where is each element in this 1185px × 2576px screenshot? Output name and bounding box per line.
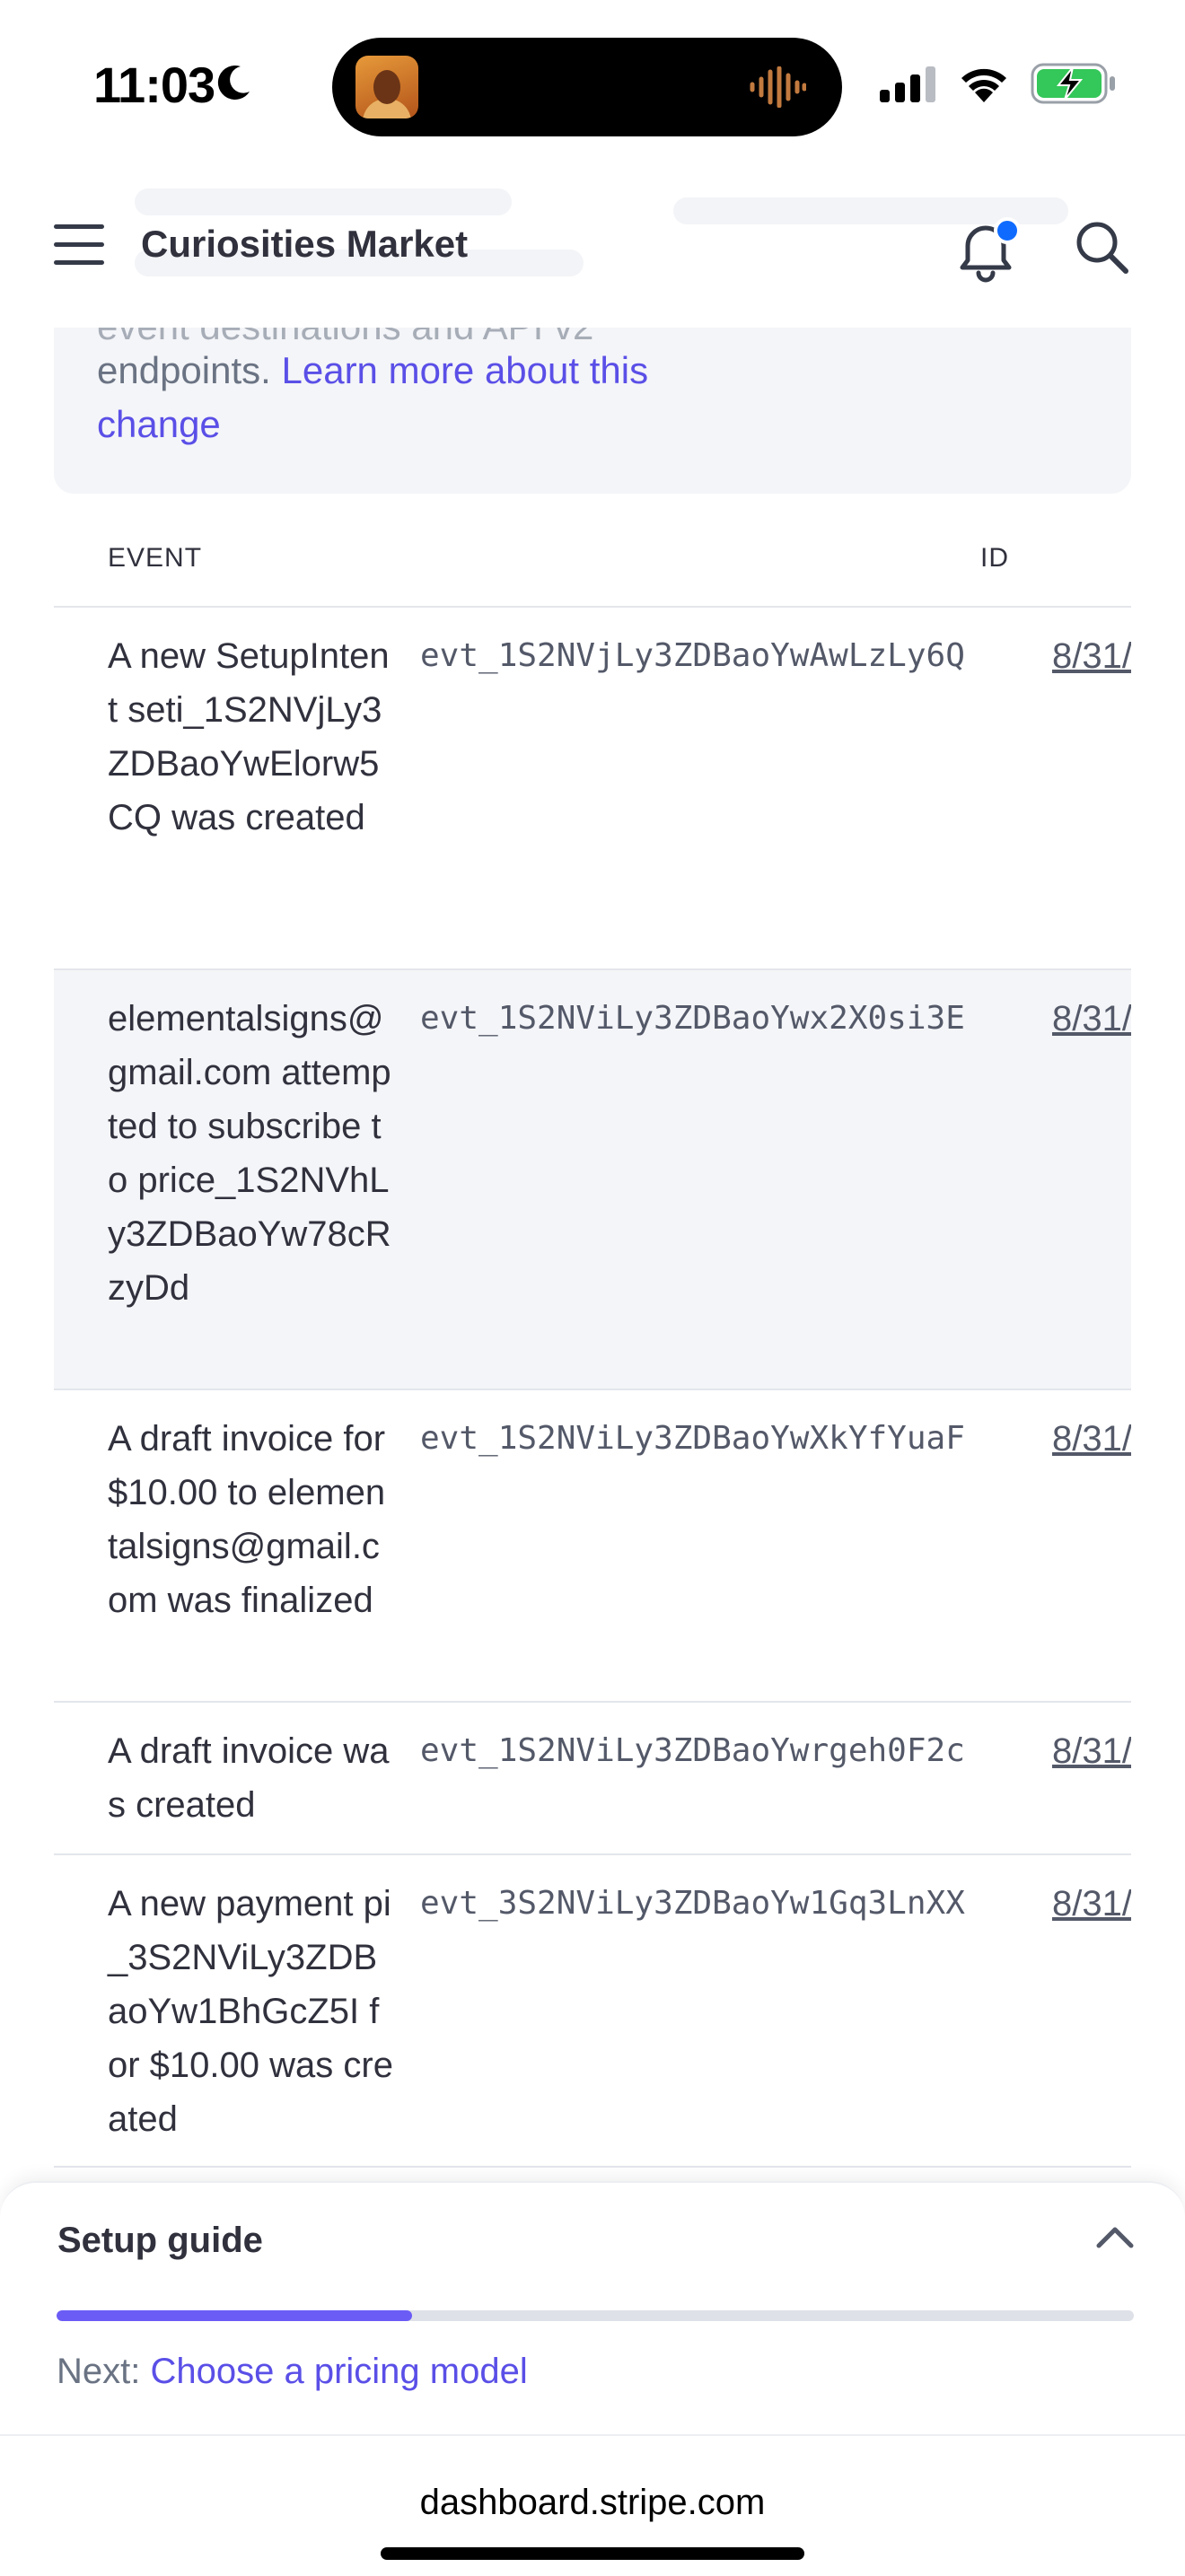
home-indicator[interactable] (381, 2547, 804, 2560)
hamburger-menu-icon[interactable] (54, 223, 106, 267)
next-step-prefix: Next: (57, 2352, 141, 2391)
setup-guide-title: Setup guide (57, 2221, 263, 2260)
event-date-link[interactable]: 8/31/ (1052, 1412, 1131, 1466)
event-date-link[interactable]: 8/31/ (1052, 1877, 1131, 1931)
event-id: evt_1S2NViLy3ZDBaoYwrgeh0F2c (420, 1732, 965, 1769)
event-id: evt_1S2NViLy3ZDBaoYwx2X0si3E (420, 1000, 965, 1037)
setup-next-step: Next: Choose a pricing model (57, 2352, 528, 2392)
setup-progress-fill (57, 2310, 412, 2321)
event-description: elementalsigns@gmail.com attempted to su… (108, 999, 391, 1308)
event-description: A draft invoice for $10.00 to elementals… (108, 1419, 386, 1620)
event-description: A draft invoice was created (108, 1731, 390, 1825)
audio-wave-icon (750, 66, 806, 108)
notification-dot (994, 217, 1021, 244)
battery-charging-icon (1031, 63, 1115, 104)
setup-guide-panel[interactable]: Setup guide Next: Choose a pricing model (0, 2181, 1185, 2434)
event-date-link[interactable]: 8/31/ (1052, 992, 1131, 1046)
browser-url-bar[interactable]: dashboard.stripe.com (0, 2434, 1185, 2576)
setup-progress-bar (57, 2310, 1134, 2321)
status-time: 11:03 (93, 57, 215, 113)
url-text[interactable]: dashboard.stripe.com (0, 2483, 1185, 2523)
event-description: A new SetupIntent seti_1S2NVjLy3ZDBaoYwE… (108, 636, 390, 837)
table-row[interactable]: A draft invoice for $10.00 to elementals… (54, 1390, 1131, 1703)
banner-text: endpoints. Learn more about this change (97, 344, 672, 451)
table-row[interactable]: A draft invoice was created evt_1S2NViLy… (54, 1703, 1131, 1855)
status-bar: 11:03 (0, 0, 1185, 171)
table-row[interactable]: A new SetupIntent seti_1S2NVjLy3ZDBaoYwE… (54, 608, 1131, 970)
app-avatar-icon (356, 56, 418, 118)
app-header: Curiosities Market (0, 171, 1185, 328)
cellular-signal-icon (880, 66, 935, 102)
event-date-link[interactable]: 8/31/ (1052, 1724, 1131, 1778)
event-date-link[interactable]: 8/31/ (1052, 629, 1131, 683)
account-name[interactable]: Curiosities Market (141, 223, 468, 266)
table-header: EVENT ID (54, 498, 1131, 608)
chevron-up-icon[interactable] (1095, 2224, 1135, 2249)
event-id: evt_1S2NVjLy3ZDBaoYwAwLzLy6Q (420, 637, 965, 674)
table-row[interactable]: A new payment pi_3S2NViLy3ZDBaoYw1BhGcZ5… (54, 1855, 1131, 2168)
choose-pricing-model-link[interactable]: Choose a pricing model (150, 2352, 527, 2391)
scrolled-content-ghost (135, 188, 512, 215)
moon-icon (217, 65, 250, 100)
event-id: evt_1S2NViLy3ZDBaoYwXkYfYuaF (420, 1420, 965, 1457)
search-icon[interactable] (1074, 219, 1131, 276)
table-row[interactable]: elementalsigns@gmail.com attempted to su… (54, 970, 1131, 1390)
column-header-event[interactable]: EVENT (108, 543, 202, 574)
banner-body-text: endpoints. (97, 349, 271, 391)
dynamic-island (332, 38, 842, 136)
column-header-id[interactable]: ID (980, 543, 1009, 574)
events-table: EVENT ID A new SetupIntent seti_1S2NVjLy… (54, 498, 1131, 2168)
event-description: A new payment pi_3S2NViLy3ZDBaoYw1BhGcZ5… (108, 1884, 393, 2139)
wifi-icon (961, 68, 1006, 102)
event-id: evt_3S2NViLy3ZDBaoYw1Gq3LnXX (420, 1885, 965, 1922)
